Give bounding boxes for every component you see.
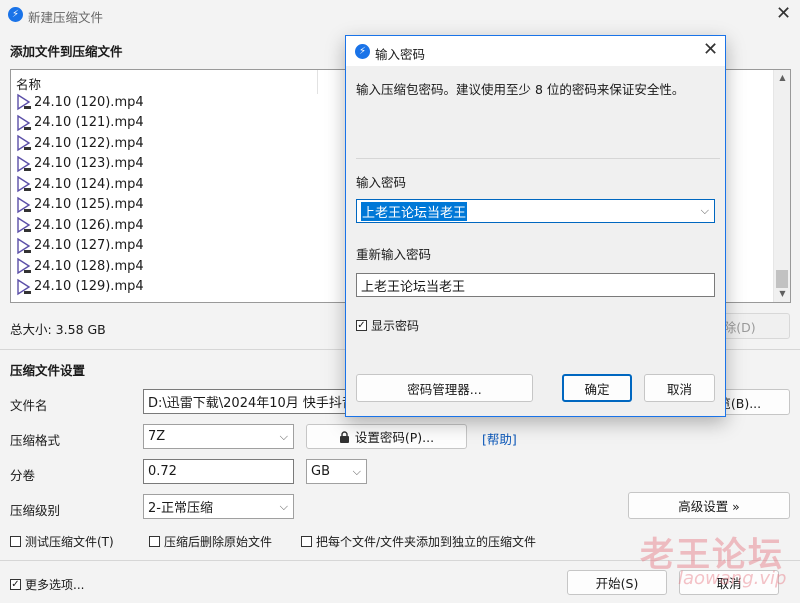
video-file-icon [17, 216, 31, 234]
test-archive-label: 测试压缩文件(T) [25, 535, 114, 549]
set-password-button[interactable]: 设置密码(P)... [306, 424, 467, 449]
file-name: 24.10 (129).mp4 [34, 279, 144, 294]
filename-label: 文件名 [10, 398, 48, 413]
test-archive-checkbox[interactable]: 测试压缩文件(T) [10, 533, 114, 550]
enter-password-label: 输入密码 [356, 175, 407, 190]
format-select[interactable]: 7Z ⌵ [143, 424, 294, 449]
password-value: 上老王论坛当老王 [361, 201, 468, 221]
dialog-divider [356, 158, 720, 159]
video-file-icon [17, 114, 31, 131]
advanced-settings-button[interactable]: 高级设置 » [628, 492, 790, 519]
show-password-checkbox[interactable]: ✓ 显示密码 [356, 317, 419, 334]
list-item[interactable]: 24.10 (127).mp4 [15, 236, 144, 256]
list-item[interactable]: 24.10 (120).mp4 [15, 92, 144, 112]
list-item[interactable]: 24.10 (121).mp4 [15, 113, 144, 133]
list-item[interactable]: 24.10 (126).mp4 [15, 215, 144, 235]
close-icon[interactable]: ✕ [776, 5, 791, 23]
total-size: 总大小: 3.58 GB [10, 322, 106, 337]
file-name: 24.10 (128).mp4 [34, 258, 144, 274]
video-file-icon [17, 175, 31, 193]
checkbox-box[interactable] [149, 536, 160, 547]
level-select[interactable]: 2-正常压缩 ⌵ [143, 494, 294, 519]
volume-input[interactable]: 0.72 [143, 459, 294, 484]
list-item[interactable]: 24.10 (122).mp4 [15, 133, 144, 153]
video-file-icon [17, 196, 31, 213]
delete-after-label: 压缩后删除原始文件 [164, 535, 273, 549]
settings-heading: 压缩文件设置 [10, 363, 86, 378]
lock-icon [339, 430, 349, 443]
file-name: 24.10 (120).mp4 [34, 94, 144, 110]
format-value: 7Z [148, 429, 166, 444]
window-title: 新建压缩文件 [28, 10, 104, 25]
checkbox-checked-icon[interactable]: ✓ [356, 320, 367, 331]
file-name: 24.10 (122).mp4 [34, 135, 144, 151]
format-label: 压缩格式 [10, 433, 61, 448]
volume-label: 分卷 [10, 468, 36, 483]
more-options-checkbox[interactable]: ✓ 更多选项... [10, 576, 84, 593]
column-separator[interactable] [317, 70, 318, 94]
list-item[interactable]: 24.10 (124).mp4 [15, 174, 144, 194]
file-name: 24.10 (127).mp4 [34, 238, 144, 253]
dialog-close-icon[interactable]: ✕ [703, 41, 718, 59]
thunder-logo-icon: ⚡ [8, 7, 23, 22]
video-file-icon [17, 237, 31, 254]
dialog-cancel-button[interactable]: 取消 [644, 374, 715, 402]
chevron-down-icon: ⌵ [279, 499, 288, 513]
watermark-url: laowang.vip [678, 568, 787, 589]
reenter-password-label: 重新输入密码 [356, 247, 432, 262]
chevron-down-icon: ⌵ [700, 204, 709, 217]
file-name: 24.10 (121).mp4 [34, 115, 144, 130]
file-name: 24.10 (125).mp4 [34, 197, 144, 212]
list-item[interactable]: 24.10 (123).mp4 [15, 154, 144, 174]
add-files-heading: 添加文件到压缩文件 [10, 44, 123, 59]
chevron-down-icon: ⌵ [279, 429, 288, 443]
password-combo[interactable]: 上老王论坛当老王 ⌵ [356, 199, 715, 223]
password-dialog: ⚡ 输入密码 ✕ 输入压缩包密码。建议使用至少 8 位的密码来保证安全性。 输入… [345, 35, 726, 417]
file-name: 24.10 (126).mp4 [34, 217, 144, 233]
title-bar: ⚡ 新建压缩文件 ✕ [0, 0, 800, 30]
dialog-title-bar: ⚡ 输入密码 ✕ [346, 36, 725, 66]
thunder-logo-icon: ⚡ [355, 44, 370, 59]
vertical-scrollbar[interactable]: ▲ ▼ [773, 70, 790, 302]
video-file-icon [17, 257, 31, 275]
list-item[interactable]: 24.10 (129).mp4 [15, 277, 144, 297]
chevron-down-icon: ⌵ [352, 464, 361, 478]
volume-unit-value: GB [311, 464, 330, 479]
column-header-name[interactable]: 名称 [16, 74, 41, 93]
checkbox-box[interactable] [10, 536, 21, 547]
each-separate-checkbox[interactable]: 把每个文件/文件夹添加到独立的压缩文件 [301, 533, 536, 550]
reenter-password-input[interactable]: 上老王论坛当老王 [356, 273, 715, 297]
each-separate-label: 把每个文件/文件夹添加到独立的压缩文件 [316, 535, 537, 549]
scroll-down-icon[interactable]: ▼ [774, 286, 791, 302]
show-password-label: 显示密码 [371, 319, 420, 333]
video-file-icon [17, 134, 31, 152]
delete-after-checkbox[interactable]: 压缩后删除原始文件 [149, 533, 272, 550]
password-manager-button[interactable]: 密码管理器... [356, 374, 533, 402]
checkbox-checked-icon[interactable]: ✓ [10, 579, 21, 590]
list-item[interactable]: 24.10 (128).mp4 [15, 256, 144, 276]
more-options-label: 更多选项... [25, 578, 85, 592]
help-link[interactable]: [帮助] [482, 429, 517, 448]
level-value: 2-正常压缩 [148, 501, 213, 516]
ok-button[interactable]: 确定 [562, 374, 632, 402]
dialog-hint: 输入压缩包密码。建议使用至少 8 位的密码来保证安全性。 [356, 82, 685, 97]
file-name: 24.10 (123).mp4 [34, 156, 144, 171]
list-item[interactable]: 24.10 (125).mp4 [15, 195, 144, 215]
level-label: 压缩级别 [10, 503, 61, 518]
video-file-icon [17, 278, 31, 295]
video-file-icon [17, 93, 31, 111]
scroll-up-icon[interactable]: ▲ [774, 70, 791, 86]
volume-unit-select[interactable]: GB ⌵ [306, 459, 367, 484]
dialog-title: 输入密码 [375, 47, 426, 62]
file-name: 24.10 (124).mp4 [34, 176, 144, 192]
set-password-label: 设置密码(P)... [354, 430, 435, 445]
checkbox-box[interactable] [301, 536, 312, 547]
video-file-icon [17, 155, 31, 172]
